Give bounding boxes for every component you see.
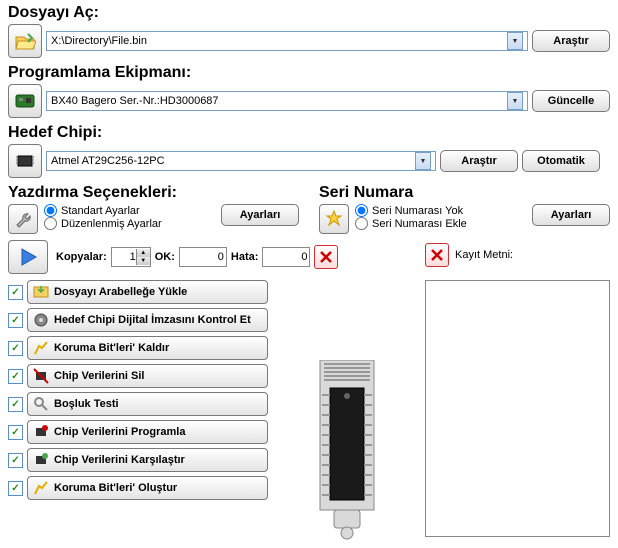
step-label: Dosyayı Arabelleğe Yükle	[54, 286, 187, 298]
close-icon	[320, 251, 332, 263]
err-count	[262, 247, 310, 267]
step-icon	[33, 284, 49, 300]
target-chip-value: Atmel AT29C256-12PC	[51, 155, 415, 167]
play-button[interactable]	[8, 240, 48, 274]
target-chip-combo[interactable]: Atmel AT29C256-12PC ▼	[46, 151, 436, 171]
step-checkbox[interactable]: ✓	[8, 285, 23, 300]
copies-input[interactable]	[112, 251, 136, 263]
clear-log-button[interactable]	[425, 243, 449, 267]
spin-down[interactable]: ▼	[136, 257, 150, 265]
folder-open-icon	[14, 31, 36, 51]
step-button-3[interactable]: Chip Verilerini Sil	[27, 364, 268, 388]
open-file-combo[interactable]: X:\Directory\File.bin ▼	[46, 31, 528, 51]
step-icon	[33, 312, 49, 328]
step-button-6[interactable]: Chip Verilerini Karşılaştır	[27, 448, 268, 472]
serial-opt-add[interactable]: Seri Numarası Ekle	[355, 217, 467, 230]
wrench-icon	[14, 210, 32, 228]
step-button-5[interactable]: Chip Verilerini Programla	[27, 420, 268, 444]
serial-icon-button[interactable]	[319, 204, 349, 234]
step-icon	[33, 452, 49, 468]
step-button-4[interactable]: Boşluk Testi	[27, 392, 268, 416]
ok-count	[179, 247, 227, 267]
browse-chip-button[interactable]: Araştır	[440, 150, 518, 172]
prog-equip-icon-button[interactable]	[8, 84, 42, 118]
step-icon	[33, 480, 49, 496]
cancel-button[interactable]	[314, 245, 338, 269]
step-checkbox[interactable]: ✓	[8, 369, 23, 384]
open-file-value: X:\Directory\File.bin	[51, 35, 507, 47]
spin-up[interactable]: ▲	[136, 249, 150, 257]
step-checkbox[interactable]: ✓	[8, 341, 23, 356]
step-label: Chip Verilerini Programla	[54, 426, 185, 438]
step-label: Chip Verilerini Sil	[54, 370, 144, 382]
chip-icon	[14, 151, 36, 171]
copies-spinner[interactable]: ▲▼	[111, 247, 151, 267]
prog-equip-title: Programlama Ekipmanı:	[8, 64, 610, 82]
browse-file-button[interactable]: Araştır	[532, 30, 610, 52]
open-file-title: Dosyayı Aç:	[8, 4, 610, 22]
step-label: Chip Verilerini Karşılaştır	[54, 454, 185, 466]
step-checkbox[interactable]: ✓	[8, 425, 23, 440]
play-icon	[17, 246, 39, 268]
step-icon	[33, 340, 49, 356]
copies-label: Kopyalar:	[56, 251, 107, 263]
step-label: Hedef Chipi Dijital İmzasını Kontrol Et	[54, 314, 251, 326]
print-opts-title: Yazdırma Seçenekleri:	[8, 184, 299, 202]
step-button-2[interactable]: Koruma Bit'leri' Kaldır	[27, 336, 268, 360]
chevron-down-icon[interactable]: ▼	[507, 92, 523, 110]
log-textbox[interactable]	[425, 280, 610, 537]
print-opt-standard[interactable]: Standart Ayarlar	[44, 204, 162, 217]
print-opt-custom[interactable]: Düzenlenmiş Ayarlar	[44, 217, 162, 230]
star-icon	[325, 210, 343, 228]
print-opts-settings-button[interactable]: Ayarları	[221, 204, 299, 226]
step-button-0[interactable]: Dosyayı Arabelleğe Yükle	[27, 280, 268, 304]
step-icon	[33, 368, 49, 384]
chevron-down-icon[interactable]: ▼	[415, 152, 431, 170]
prog-equip-value: BX40 Bagero Ser.-Nr.:HD3000687	[51, 95, 507, 107]
step-button-1[interactable]: Hedef Chipi Dijital İmzasını Kontrol Et	[27, 308, 268, 332]
chevron-down-icon[interactable]: ▼	[507, 32, 523, 50]
open-file-icon-button[interactable]	[8, 24, 42, 58]
step-label: Koruma Bit'leri' Kaldır	[54, 342, 169, 354]
step-checkbox[interactable]: ✓	[8, 481, 23, 496]
serial-opt-none[interactable]: Seri Numarası Yok	[355, 204, 467, 217]
print-opts-icon-button[interactable]	[8, 204, 38, 234]
auto-chip-button[interactable]: Otomatik	[522, 150, 600, 172]
target-chip-title: Hedef Chipi:	[8, 124, 610, 142]
step-button-7[interactable]: Koruma Bit'leri' Oluştur	[27, 476, 268, 500]
step-icon	[33, 424, 49, 440]
step-checkbox[interactable]: ✓	[8, 453, 23, 468]
chip-visualization	[276, 280, 417, 540]
step-checkbox[interactable]: ✓	[8, 313, 23, 328]
log-title: Kayıt Metni:	[455, 249, 513, 261]
step-label: Boşluk Testi	[54, 398, 119, 410]
serial-title: Seri Numara	[319, 184, 610, 202]
board-icon	[14, 91, 36, 111]
prog-equip-combo[interactable]: BX40 Bagero Ser.-Nr.:HD3000687 ▼	[46, 91, 528, 111]
ok-label: OK:	[155, 251, 175, 263]
serial-settings-button[interactable]: Ayarları	[532, 204, 610, 226]
step-icon	[33, 396, 49, 412]
update-equip-button[interactable]: Güncelle	[532, 90, 610, 112]
step-label: Koruma Bit'leri' Oluştur	[54, 482, 177, 494]
close-icon	[431, 249, 443, 261]
target-chip-icon-button[interactable]	[8, 144, 42, 178]
err-label: Hata:	[231, 251, 259, 263]
step-checkbox[interactable]: ✓	[8, 397, 23, 412]
